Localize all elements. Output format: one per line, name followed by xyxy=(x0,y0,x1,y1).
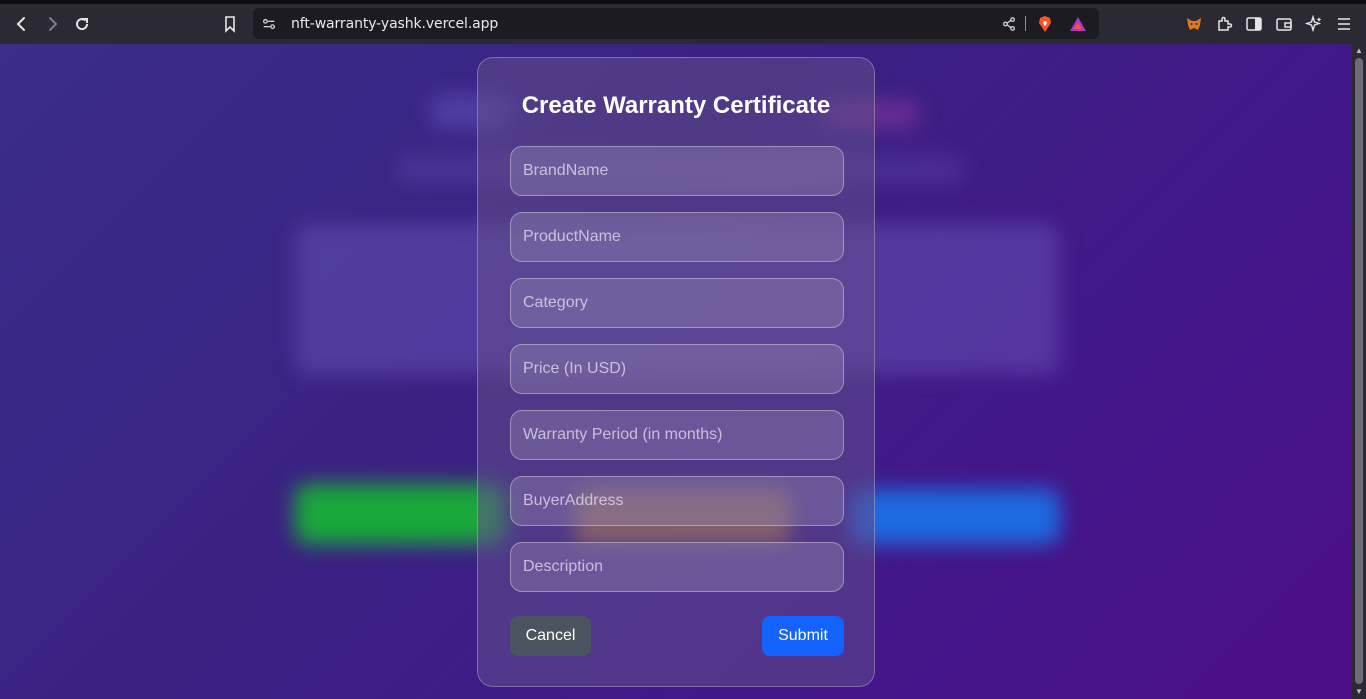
warranty-period-input[interactable] xyxy=(510,410,844,460)
vertical-scrollbar[interactable]: ▲ ▼ xyxy=(1352,44,1366,699)
share-icon[interactable] xyxy=(999,14,1019,34)
forward-icon xyxy=(49,17,58,31)
submit-button[interactable]: Submit xyxy=(762,616,844,656)
url-divider xyxy=(1025,16,1026,31)
warranty-modal: Create Warranty Certificate Cancel Submi… xyxy=(477,57,875,687)
background-button-green xyxy=(295,484,505,544)
product-name-input[interactable] xyxy=(510,212,844,262)
menu-icon xyxy=(1338,18,1350,30)
background-button-blue xyxy=(850,489,1060,544)
extensions-icon xyxy=(1218,16,1233,31)
brave-rewards-icon[interactable] xyxy=(1068,14,1088,34)
price-input[interactable] xyxy=(510,344,844,394)
scroll-thumb[interactable] xyxy=(1355,58,1363,684)
wallet-icon xyxy=(1276,18,1292,31)
sidebar-button[interactable] xyxy=(1240,10,1268,38)
scroll-down-icon[interactable]: ▼ xyxy=(1354,687,1364,697)
address-bar[interactable]: nft-warranty-yashk.vercel.app xyxy=(253,8,1099,39)
browser-toolbar: nft-warranty-yashk.vercel.app xyxy=(0,4,1366,44)
metamask-button[interactable] xyxy=(1180,10,1208,38)
reload-icon xyxy=(76,18,89,31)
leo-ai-button[interactable] xyxy=(1300,10,1328,38)
cancel-button[interactable]: Cancel xyxy=(510,616,591,656)
menu-button[interactable] xyxy=(1330,10,1358,38)
metamask-icon xyxy=(1187,18,1201,30)
modal-title: Create Warranty Certificate xyxy=(521,92,831,119)
brave-shields-icon[interactable] xyxy=(1035,14,1055,34)
back-icon xyxy=(16,17,25,31)
forward-button[interactable] xyxy=(38,10,66,38)
buyer-address-input[interactable] xyxy=(510,476,844,526)
back-button[interactable] xyxy=(8,10,36,38)
wallet-button[interactable] xyxy=(1270,10,1298,38)
sidebar-icon xyxy=(1246,17,1262,31)
bookmark-icon xyxy=(225,16,235,33)
site-settings-icon[interactable] xyxy=(259,14,279,34)
reload-button[interactable] xyxy=(68,10,96,38)
url-text[interactable]: nft-warranty-yashk.vercel.app xyxy=(291,16,498,32)
brand-name-input[interactable] xyxy=(510,146,844,196)
scroll-up-icon[interactable]: ▲ xyxy=(1354,46,1364,56)
extensions-button[interactable] xyxy=(1210,10,1238,38)
description-input[interactable] xyxy=(510,542,844,592)
bookmark-button[interactable] xyxy=(216,10,244,38)
leo-ai-icon xyxy=(1305,15,1322,33)
category-input[interactable] xyxy=(510,278,844,328)
